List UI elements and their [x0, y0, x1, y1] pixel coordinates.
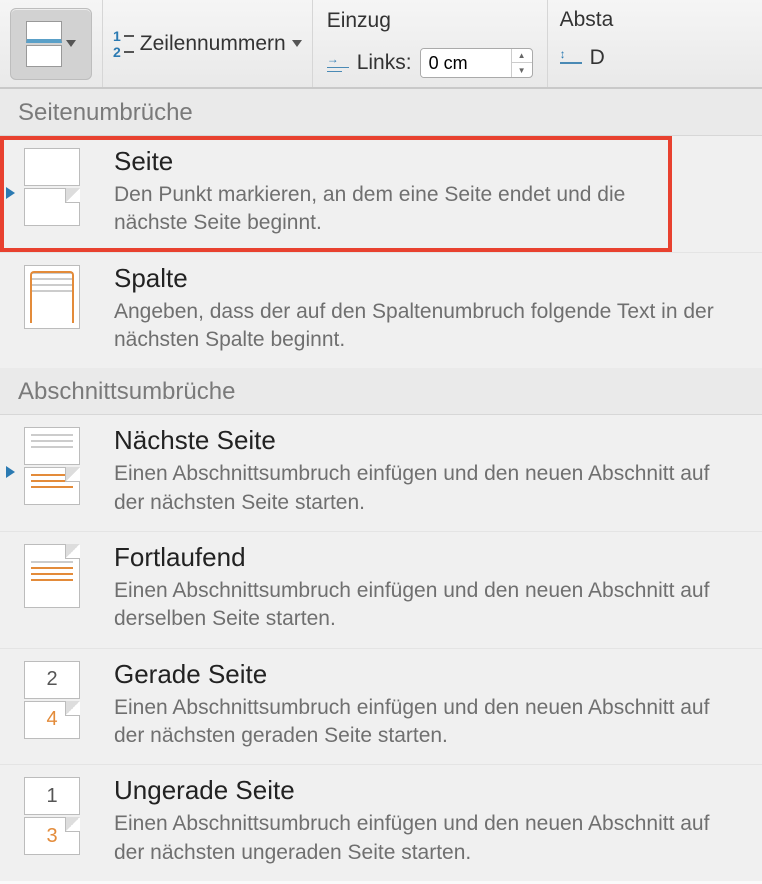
- menu-item-title: Ungerade Seite: [114, 775, 744, 806]
- ribbon: 1 2 Zeilennummern Einzug → Links: ▲ ▼: [0, 0, 762, 88]
- menu-item-odd-page[interactable]: 1 3 Ungerade Seite Einen Abschnittsumbru…: [0, 764, 762, 881]
- page-number-label: 4: [25, 702, 79, 738]
- menu-item-title: Fortlaufend: [114, 542, 744, 573]
- menu-item-column-break[interactable]: Spalte Angeben, dass der auf den Spalten…: [0, 252, 762, 369]
- page-break-icon: [24, 146, 96, 226]
- line-numbers-button[interactable]: 1 2 Zeilennummern: [113, 29, 302, 59]
- chevron-down-icon: [66, 40, 76, 47]
- odd-page-icon: 1 3: [24, 775, 96, 855]
- menu-item-title: Seite: [114, 146, 654, 177]
- indent-left-field[interactable]: ▲ ▼: [420, 48, 533, 78]
- spacing-icon: ↕: [560, 49, 582, 67]
- page-number-label: 3: [25, 818, 79, 854]
- indent-left-icon: →: [327, 54, 349, 72]
- menu-item-even-page[interactable]: 2 4 Gerade Seite Einen Abschnittsumbruch…: [0, 648, 762, 765]
- spacing-right-fragment: D: [590, 46, 605, 70]
- menu-item-desc: Einen Abschnittsumbruch einfügen und den…: [114, 810, 744, 867]
- line-numbers-group: 1 2 Zeilennummern: [103, 0, 313, 87]
- menu-item-title: Spalte: [114, 263, 744, 294]
- menu-item-continuous[interactable]: Fortlaufend Einen Abschnittsumbruch einf…: [0, 531, 762, 648]
- line-numbers-icon: 1 2: [113, 29, 134, 59]
- even-page-icon: 2 4: [24, 659, 96, 739]
- column-break-icon: [24, 263, 96, 329]
- spacing-group-label: Absta: [560, 8, 614, 32]
- line-numbers-label: Zeilennummern: [140, 32, 286, 56]
- next-page-icon: [24, 425, 96, 505]
- indent-left-label: Links:: [357, 51, 412, 75]
- chevron-down-icon: [292, 40, 302, 47]
- continuous-icon: [24, 542, 96, 608]
- selection-marker-icon: [6, 187, 15, 199]
- selection-marker-icon: [6, 466, 15, 478]
- menu-item-next-page[interactable]: Nächste Seite Einen Abschnittsumbruch ei…: [0, 415, 762, 531]
- breaks-button[interactable]: [10, 8, 92, 80]
- spacing-group: Absta ↕ D: [548, 0, 626, 87]
- menu-item-page-break[interactable]: Seite Den Punkt markieren, an dem eine S…: [0, 136, 672, 252]
- indent-group-label: Einzug: [327, 9, 391, 33]
- indent-left-stepper[interactable]: ▲ ▼: [511, 49, 532, 77]
- section-header-section-breaks: Abschnittsumbrüche: [0, 368, 762, 415]
- menu-item-title: Gerade Seite: [114, 659, 744, 690]
- stepper-down-icon[interactable]: ▼: [512, 63, 532, 77]
- page-number-label: 1: [25, 778, 79, 814]
- menu-item-desc: Einen Abschnittsumbruch einfügen und den…: [114, 577, 744, 634]
- menu-item-desc: Einen Abschnittsumbruch einfügen und den…: [114, 460, 744, 517]
- page-number-label: 2: [25, 662, 79, 698]
- menu-item-desc: Den Punkt markieren, an dem eine Seite e…: [114, 181, 654, 238]
- breaks-dropdown: Seitenumbrüche Seite Den Punkt markieren…: [0, 88, 762, 881]
- indent-group: Einzug → Links: ▲ ▼: [313, 0, 548, 87]
- breaks-group: [0, 0, 103, 87]
- stepper-up-icon[interactable]: ▲: [512, 49, 532, 63]
- menu-item-desc: Einen Abschnittsumbruch einfügen und den…: [114, 694, 744, 751]
- section-header-page-breaks: Seitenumbrüche: [0, 89, 762, 136]
- menu-item-desc: Angeben, dass der auf den Spaltenumbruch…: [114, 298, 744, 355]
- breaks-icon: [26, 21, 62, 67]
- indent-left-input[interactable]: [421, 49, 511, 77]
- menu-item-title: Nächste Seite: [114, 425, 744, 456]
